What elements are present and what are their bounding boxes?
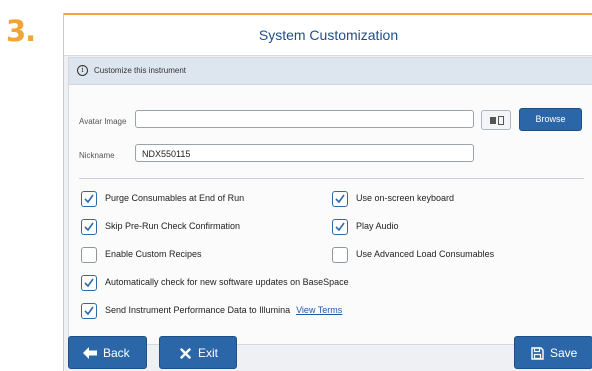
check-icon: [84, 306, 94, 316]
checkbox-play-audio[interactable]: [332, 219, 348, 235]
checkbox-send-performance-data[interactable]: [81, 303, 97, 319]
divider: [79, 178, 584, 179]
checkbox-skip-pre-run-check[interactable]: [81, 219, 97, 235]
check-icon: [84, 278, 94, 288]
nickname-label: Nickname: [79, 151, 115, 160]
save-button[interactable]: Save: [514, 336, 592, 369]
x-icon: [180, 348, 191, 359]
arrow-left-icon: [83, 347, 97, 359]
check-icon: [84, 222, 94, 232]
step-number: 3.: [6, 14, 36, 48]
option-label: Use on-screen keyboard: [356, 193, 455, 203]
checkbox-advanced-load-consumables[interactable]: [332, 247, 348, 263]
system-customization-window: System Customization i Customize this in…: [63, 13, 592, 371]
save-label: Save: [550, 346, 578, 360]
checkbox-on-screen-keyboard[interactable]: [332, 191, 348, 207]
info-bar: i Customize this instrument: [69, 58, 592, 85]
nickname-field[interactable]: NDX550115: [135, 144, 474, 162]
option-label: Purge Consumables at End of Run: [105, 193, 245, 203]
info-icon: i: [77, 65, 88, 76]
info-text: Customize this instrument: [94, 66, 187, 75]
window-title: System Customization: [64, 15, 592, 56]
exit-button[interactable]: Exit: [159, 336, 237, 369]
floppy-disk-icon: [531, 347, 544, 360]
option-label: Enable Custom Recipes: [105, 249, 202, 259]
option-label: Use Advanced Load Consumables: [356, 249, 495, 259]
exit-label: Exit: [198, 346, 219, 360]
back-label: Back: [103, 346, 130, 360]
avatar-image-label: Avatar Image: [79, 117, 127, 126]
back-button[interactable]: Back: [68, 336, 147, 369]
check-icon: [84, 194, 94, 204]
view-terms-link[interactable]: View Terms: [296, 305, 342, 315]
option-label: Play Audio: [356, 221, 399, 231]
checkbox-auto-software-updates[interactable]: [81, 275, 97, 291]
option-label: Skip Pre-Run Check Confirmation: [105, 221, 241, 231]
option-label: Automatically check for new software upd…: [105, 277, 349, 287]
image-select-icon: [490, 117, 496, 124]
checkbox-purge-consumables[interactable]: [81, 191, 97, 207]
checkbox-enable-custom-recipes[interactable]: [81, 247, 97, 263]
check-icon: [335, 222, 345, 232]
option-label: Send Instrument Performance Data to Illu…: [105, 305, 291, 315]
image-select-button[interactable]: [481, 110, 511, 130]
check-icon: [335, 194, 345, 204]
browse-button[interactable]: Browse: [519, 108, 582, 131]
customization-panel: i Customize this instrument Avatar Image…: [68, 57, 592, 345]
avatar-image-field[interactable]: [135, 110, 474, 128]
